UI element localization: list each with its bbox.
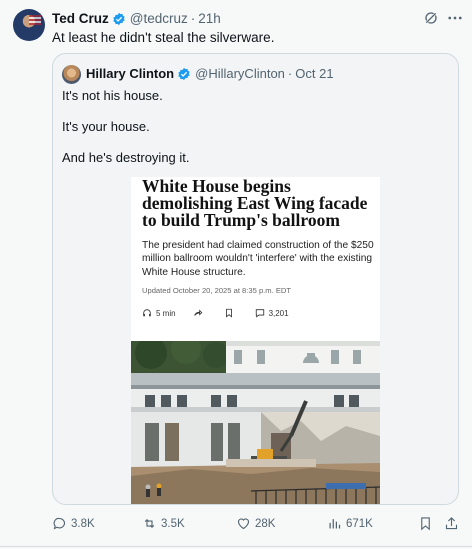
share-icon [193,309,202,316]
bookmark-icon [225,308,232,318]
bookmark-icon [421,517,430,531]
more-icon[interactable] [446,9,464,27]
quoted-date[interactable]: Oct 21 [295,66,333,81]
repost-icon [144,518,155,529]
article-updated: Updated October 20, 2025 at 8:35 p.m. ED… [142,286,292,295]
tweet-header: Ted Cruz @tedcruz · 21h [52,11,221,26]
comment-count: 3,201 [268,308,289,318]
quoted-handle[interactable]: @HillaryClinton [195,66,285,81]
divider [0,546,472,547]
tweet-text: At least he didn't steal the silverware. [52,30,275,45]
views-button[interactable]: 671K [327,516,373,531]
verified-badge-icon [113,12,125,25]
verified-badge-icon [178,67,190,80]
share-button[interactable] [444,516,463,531]
reply-button[interactable]: 3.8K [52,516,95,531]
quoted-tweet[interactable]: Hillary Clinton @HillaryClinton · Oct 21… [52,53,459,505]
reply-count: 3.8K [71,517,95,530]
view-count: 671K [346,517,373,530]
grok-icon[interactable] [423,10,439,26]
article-toolbar: 5 min 3,201 [142,308,306,318]
avatar[interactable] [13,9,45,41]
listen-duration: 5 min [156,308,176,318]
article-headline: White House begins demolishing East Wing… [142,177,368,230]
quoted-header: Hillary Clinton @HillaryClinton · Oct 21 [86,66,334,81]
repost-count: 3.5K [161,517,185,530]
share-icon [445,517,458,530]
reply-icon [53,517,66,530]
author-name[interactable]: Ted Cruz [52,11,109,26]
like-button[interactable]: 28K [236,516,275,531]
article-image[interactable]: White House begins demolishing East Wing… [131,177,380,504]
bookmark-button[interactable] [418,516,437,531]
like-count: 28K [255,517,276,530]
comment-icon [255,309,264,318]
quoted-author-name[interactable]: Hillary Clinton [86,66,174,81]
tweet[interactable]: Ted Cruz @tedcruz · 21h At least he didn… [0,0,472,549]
headphones-icon [143,309,151,317]
author-handle[interactable]: @tedcruz [130,11,188,26]
article-dek: The president had claimed construction o… [142,240,374,278]
demolition-scene [131,341,380,504]
repost-button[interactable]: 3.5K [142,516,185,531]
action-bar: 3.8K 3.5K 28K 671K [0,516,472,534]
quoted-avatar[interactable] [62,65,81,84]
separator-dot: · [287,66,293,81]
quoted-text-line: It's not his house. [62,88,163,103]
quoted-text-line: It's your house. [62,119,150,134]
quoted-text-line: And he's destroying it. [62,150,190,165]
demolition-photo [131,341,380,504]
like-icon [237,518,250,530]
separator-dot: · [190,11,196,26]
timestamp[interactable]: 21h [198,11,221,26]
views-icon [329,519,341,529]
